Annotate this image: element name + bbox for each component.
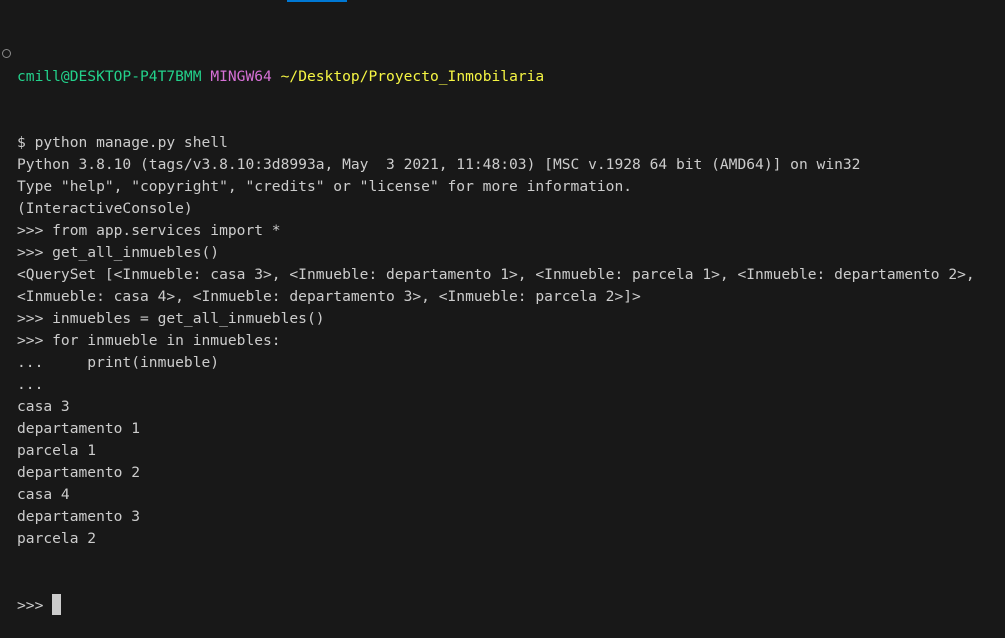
terminal-line: >>> get_all_inmuebles() (17, 244, 220, 261)
terminal-line: >>> from app.services import * (17, 222, 281, 239)
active-tab-indicator (287, 0, 347, 2)
terminal-output[interactable]: cmill@DESKTOP-P4T7BMM MINGW64 ~/Desktop/… (17, 22, 1005, 638)
terminal-line: $ python manage.py shell (17, 134, 228, 151)
terminal-line: parcela 2 (17, 530, 97, 547)
shell-prompt-header: cmill@DESKTOP-P4T7BMM MINGW64 ~/Desktop/… (17, 66, 1005, 88)
prompt-user-host: cmill@DESKTOP-P4T7BMM (17, 68, 202, 85)
terminal-line: casa 3 (17, 398, 70, 415)
terminal-line: departamento 3 (17, 508, 141, 525)
terminal-line: >>> inmuebles = get_all_inmuebles() (17, 310, 325, 327)
python-prompt: >>> (17, 597, 53, 614)
terminal-line: departamento 1 (17, 420, 141, 437)
text-cursor (52, 594, 62, 615)
terminal-line: >>> for inmueble in inmuebles: (17, 332, 281, 349)
terminal-line: <Inmueble: casa 4>, <Inmueble: departame… (17, 288, 641, 305)
terminal-line: <QuerySet [<Inmueble: casa 3>, <Inmueble… (17, 266, 975, 283)
prompt-path: ~/Desktop/Proyecto_Inmobilaria (280, 68, 545, 85)
terminal-line: ... (17, 376, 44, 393)
terminal-line: ... print(inmueble) (17, 354, 220, 371)
command-decoration-icon[interactable] (2, 49, 11, 58)
terminal-line: Python 3.8.10 (tags/v3.8.10:3d8993a, May… (17, 156, 861, 173)
prompt-system: MINGW64 (210, 68, 272, 85)
terminal-line: Type "help", "copyright", "credits" or "… (17, 178, 633, 195)
terminal-line: parcela 1 (17, 442, 97, 459)
terminal-line: departamento 2 (17, 464, 141, 481)
terminal-line: casa 4 (17, 486, 70, 503)
current-input-line[interactable]: >>> (17, 594, 1005, 616)
terminal-line: (InteractiveConsole) (17, 200, 193, 217)
